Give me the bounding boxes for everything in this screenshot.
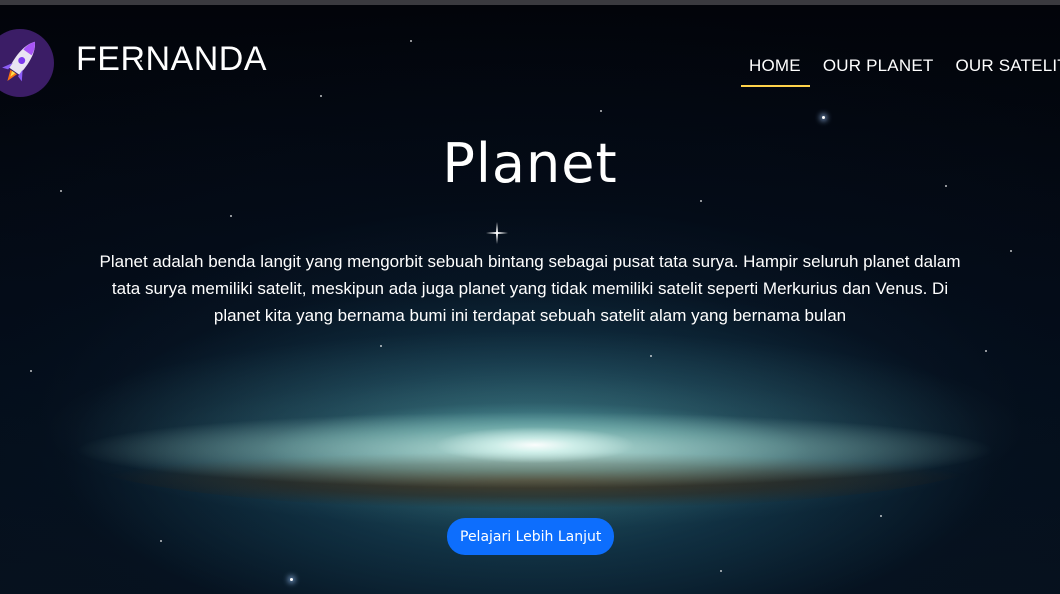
star [720, 570, 722, 572]
learn-more-button[interactable]: Pelajari Lebih Lanjut [447, 518, 615, 555]
rocket-icon[interactable] [0, 22, 58, 104]
star [30, 370, 32, 372]
star [985, 350, 987, 352]
bright-star-flare [486, 222, 508, 244]
hero-title: Planet [442, 132, 618, 195]
star [880, 515, 882, 517]
star [160, 540, 162, 542]
star [380, 345, 382, 347]
nav-item-our-planet[interactable]: OUR PLANET [814, 52, 943, 86]
star [600, 110, 602, 112]
star [290, 578, 293, 581]
main-nav: HOME OUR PLANET OUR SATELIT [740, 52, 1060, 87]
star [1010, 250, 1012, 252]
galaxy-background-image [75, 400, 995, 510]
nav-item-our-satelit[interactable]: OUR SATELIT [946, 52, 1060, 86]
star [822, 116, 825, 119]
window-top-border [0, 0, 1060, 5]
galaxy-glow [40, 330, 1030, 530]
star [410, 40, 412, 42]
star [700, 200, 702, 202]
star [230, 215, 232, 217]
brand-name[interactable]: FERNANDA [76, 40, 267, 79]
page: FERNANDA HOME OUR PLANET OUR SATELIT Pla… [0, 0, 1060, 594]
hero-description: Planet adalah benda langit yang mengorbi… [99, 252, 961, 325]
nav-item-home[interactable]: HOME [740, 52, 810, 87]
star [650, 355, 652, 357]
star [320, 95, 322, 97]
